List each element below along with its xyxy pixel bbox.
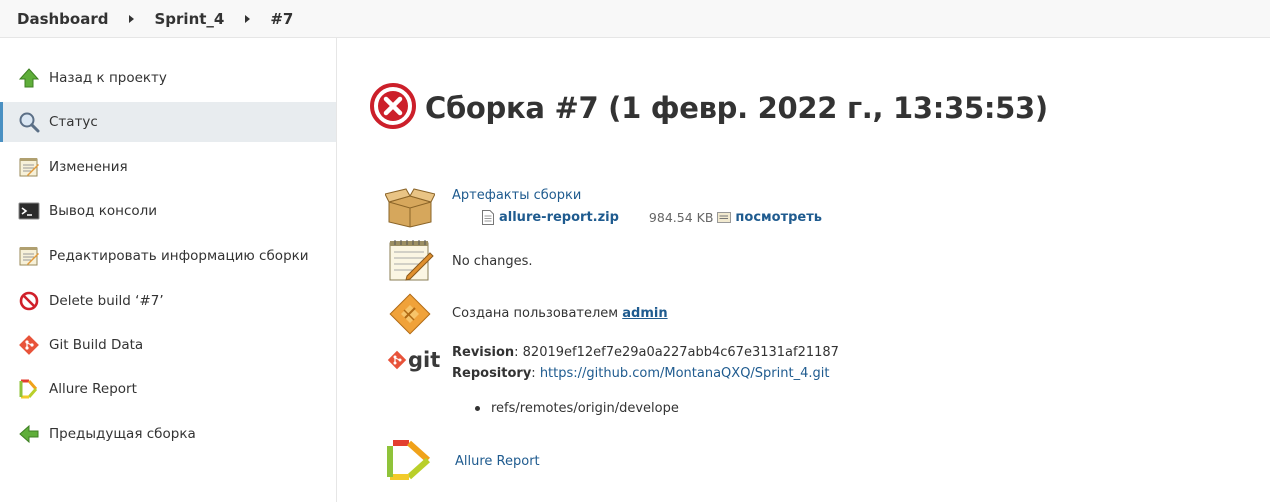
repository-separator: : [531,366,540,381]
left-arrow-icon [18,423,40,445]
breadcrumb-separator-icon[interactable] [245,14,251,23]
terminal-icon [18,200,40,222]
no-changes-text: No changes. [452,254,533,269]
user-cause-icon [387,291,433,341]
git-logo: git [387,348,441,372]
artifacts-section: Артефакты сборки [452,188,581,203]
up-arrow-icon [18,67,40,89]
sidebar-item-label: Allure Report [49,381,137,397]
notepad-edit-icon [18,245,40,267]
sidebar-item-edit-build-info[interactable]: Редактировать информацию сборки [0,236,336,276]
notepad-icon [387,238,435,286]
artifact-file-link[interactable]: allure-report.zip [499,210,619,225]
sidebar: Назад к проекту Статус Изменения Вывод к… [0,38,337,502]
sidebar-item-back-to-project[interactable]: Назад к проекту [0,58,336,98]
artifact-view-link[interactable]: посмотреть [735,210,822,225]
sidebar-item-label: Предыдущая сборка [49,426,196,442]
sidebar-item-label: Delete build ‘#7’ [49,293,164,309]
build-cause-prefix: Создана пользователем [452,306,619,321]
file-icon [482,210,494,225]
breadcrumb-build[interactable]: #7 [270,10,293,28]
allure-icon [18,378,40,400]
git-revision: Revision: 82019ef12ef7e29a0a227abb4c67e3… [452,345,839,360]
sidebar-item-previous-build[interactable]: Предыдущая сборка [0,414,336,454]
artifact-file-size: 984.54 KB [648,210,714,225]
magnifier-icon [18,111,40,133]
allure-report-section: Allure Report [455,454,540,469]
git-repository: Repository: https://github.com/MontanaQX… [452,366,829,381]
breadcrumb-project[interactable]: Sprint_4 [154,10,224,28]
breadcrumb-separator-icon[interactable] [129,14,135,23]
allure-report-link[interactable]: Allure Report [455,454,540,469]
artifacts-link[interactable]: Артефакты сборки [452,188,581,203]
sidebar-item-delete-build[interactable]: Delete build ‘#7’ [0,281,336,321]
no-entry-icon [18,290,40,312]
failed-icon [369,82,417,134]
revision-label: Revision [452,345,515,360]
branch-name: refs/remotes/origin/develope [491,401,679,416]
sidebar-item-label: Редактировать информацию сборки [49,248,309,264]
repository-link[interactable]: https://github.com/MontanaQXQ/Sprint_4.g… [540,366,830,381]
breadcrumb-dashboard[interactable]: Dashboard [17,10,108,28]
bullet-icon [475,406,480,411]
notepad-icon [18,156,40,178]
git-icon [387,350,407,370]
package-icon [384,188,436,232]
main-content: Сборка #7 (1 февр. 2022 г., 13:35:53) Ар… [337,38,1270,502]
sidebar-item-label: Статус [49,114,98,130]
repository-label: Repository [452,366,532,381]
user-link[interactable]: admin [622,306,667,321]
sidebar-item-allure-report[interactable]: Allure Report [0,369,336,409]
sidebar-item-status[interactable]: Статус [0,102,336,142]
sidebar-item-label: Назад к проекту [49,70,167,86]
sidebar-item-console-output[interactable]: Вывод консоли [0,191,336,231]
branch-list-item: refs/remotes/origin/develope [475,401,679,416]
sidebar-item-label: Вывод консоли [49,203,158,219]
build-cause: Создана пользователем admin [452,306,668,321]
allure-icon [387,439,433,485]
view-icon [717,212,732,223]
revision-value: : 82019ef12ef7e29a0a227abb4c67e3131af211… [514,345,839,360]
git-logo-text: git [408,348,441,372]
artifact-row: allure-report.zip 984.54 KB посмотреть [482,210,822,225]
sidebar-item-label: Изменения [49,159,128,175]
page-title: Сборка #7 (1 февр. 2022 г., 13:35:53) [425,91,1048,125]
build-header: Сборка #7 (1 февр. 2022 г., 13:35:53) [369,82,1048,134]
sidebar-item-changes[interactable]: Изменения [0,147,336,187]
breadcrumb: Dashboard Sprint_4 #7 [0,0,1270,38]
git-icon [18,334,40,356]
sidebar-item-git-build-data[interactable]: Git Build Data [0,325,336,365]
sidebar-item-label: Git Build Data [49,337,144,353]
